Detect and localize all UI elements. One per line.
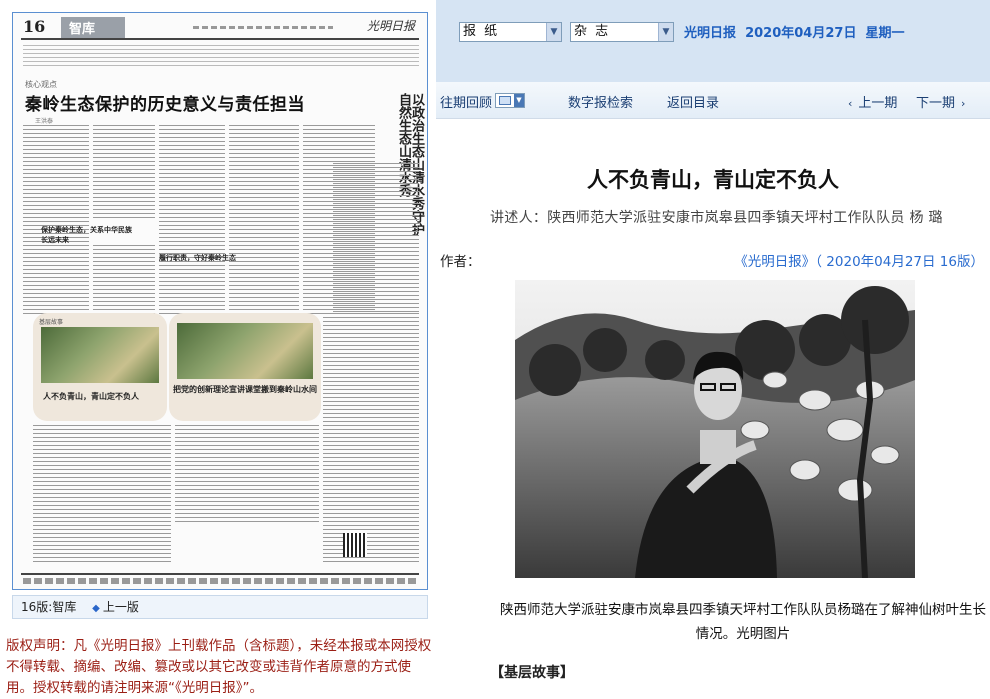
back-to-index-link[interactable]: 返回目录 [667,92,719,111]
prev-issue-link[interactable]: ‹ 上一期 [842,92,897,111]
page-dateline [193,26,333,29]
publication-info: 光明日报 2020年04月27日 星期一 [684,22,905,41]
magazine-select[interactable]: 杂 志 ▼ [570,22,674,42]
page-top-rule [21,38,419,40]
text-column [323,313,419,563]
past-issues-link[interactable]: 往期回顾 [440,92,492,111]
page-intro-text [23,45,419,67]
chevron-right-icon: › [961,97,966,110]
top-toolbar: 报 纸 ▼ 杂 志 ▼ 光明日报 2020年04月27日 星期一 [436,0,990,82]
calendar-icon [499,96,511,105]
text-column [93,125,155,221]
current-page-label: 16版:智库 [21,600,77,614]
chevron-down-icon[interactable]: ▼ [514,94,524,107]
chevron-down-icon[interactable]: ▼ [658,23,673,41]
newspaper-select-value: 报 纸 [463,24,500,39]
page-footer [23,578,419,584]
next-issue-link[interactable]: 下一期 › [916,92,971,111]
text-column [33,425,171,565]
masthead-logo: 光明日报 [367,19,416,33]
newspaper-select[interactable]: 报 纸 ▼ [459,22,562,42]
section-label: 【基层故事】 [490,665,574,681]
article-subhead: 保护秦岭生态，关系中华民族长远未来 [41,226,132,244]
text-column [23,125,89,315]
article-headline[interactable]: 秦岭生态保护的历史意义与责任担当 [25,90,305,115]
article-source-link[interactable]: 《光明日报》（ 2020年04月27日 16版） [734,250,984,270]
right-column: 报 纸 ▼ 杂 志 ▼ 光明日报 2020年04月27日 星期一 往期回顾 ▼ … [436,0,990,692]
chevron-down-icon[interactable]: ▼ [546,23,561,41]
prev-page-link[interactable]: 上一版 [103,600,139,614]
publication-weekday: 星期一 [865,26,905,41]
page-bottom-rule [21,573,419,575]
article-photo-image [515,280,915,578]
story-title-left[interactable]: 人不负青山，青山定不负人 [43,391,139,402]
magazine-select-value: 杂 志 [574,24,611,39]
chevron-left-icon: ‹ [848,97,853,110]
article-title: 人不负青山，青山定不负人 [587,168,839,192]
section-tab: 智库 [61,17,126,38]
article-subtitle: 讲述人：陕西师范大学派驻安康市岚皋县四季镇天坪村工作队队员 杨 璐 [490,210,943,226]
prev-issue-label: 上一期 [858,96,898,111]
story-photo-right [177,323,313,379]
prev-page-icon: ◆ [92,603,100,614]
page-number: 16 [23,17,46,36]
story-photo-left [41,327,159,383]
photo-caption: 陕西师范大学派驻安康市岚皋县四季镇天坪村工作队队员杨璐在了解神仙树叶生长情况。光… [500,602,986,642]
copyright-notice: 版权声明：凡《光明日报》上刊载作品（含标题），未经本报或本网授权不得转载、摘编、… [6,638,432,696]
text-column [159,125,225,315]
newspaper-page-thumbnail[interactable]: 16 智库 光明日报 核心观点 秦岭生态保护的历史意义与责任担当 王洪泰 保护秦… [12,12,428,590]
text-column [229,125,299,315]
left-column: 16 智库 光明日报 核心观点 秦岭生态保护的历史意义与责任担当 王洪泰 保护秦… [0,0,436,696]
text-column [333,163,419,315]
story-title-right[interactable]: 把党的创新理论宣讲课堂搬到秦岭山水间 [173,385,319,395]
digital-search-link[interactable]: 数字报检索 [568,92,633,111]
article-byline: 王洪泰 [35,118,54,125]
story-kicker: 基层故事 [39,319,64,326]
text-column [93,245,155,315]
article-kicker: 核心观点 [25,80,57,89]
next-issue-label: 下一期 [916,96,956,111]
publication-date: 2020年04月27日 [745,26,857,41]
calendar-picker[interactable]: ▼ [495,93,525,108]
publication-name: 光明日报 [684,26,737,41]
nav-bar: 往期回顾 ▼ 数字报检索 返回目录 ‹ 上一期 下一期 › [436,82,990,119]
page-nav-bar: 16版:智库 ◆ 上一版 [12,595,428,619]
article-photo [515,280,915,578]
qr-code [343,533,367,557]
text-column [175,425,319,525]
